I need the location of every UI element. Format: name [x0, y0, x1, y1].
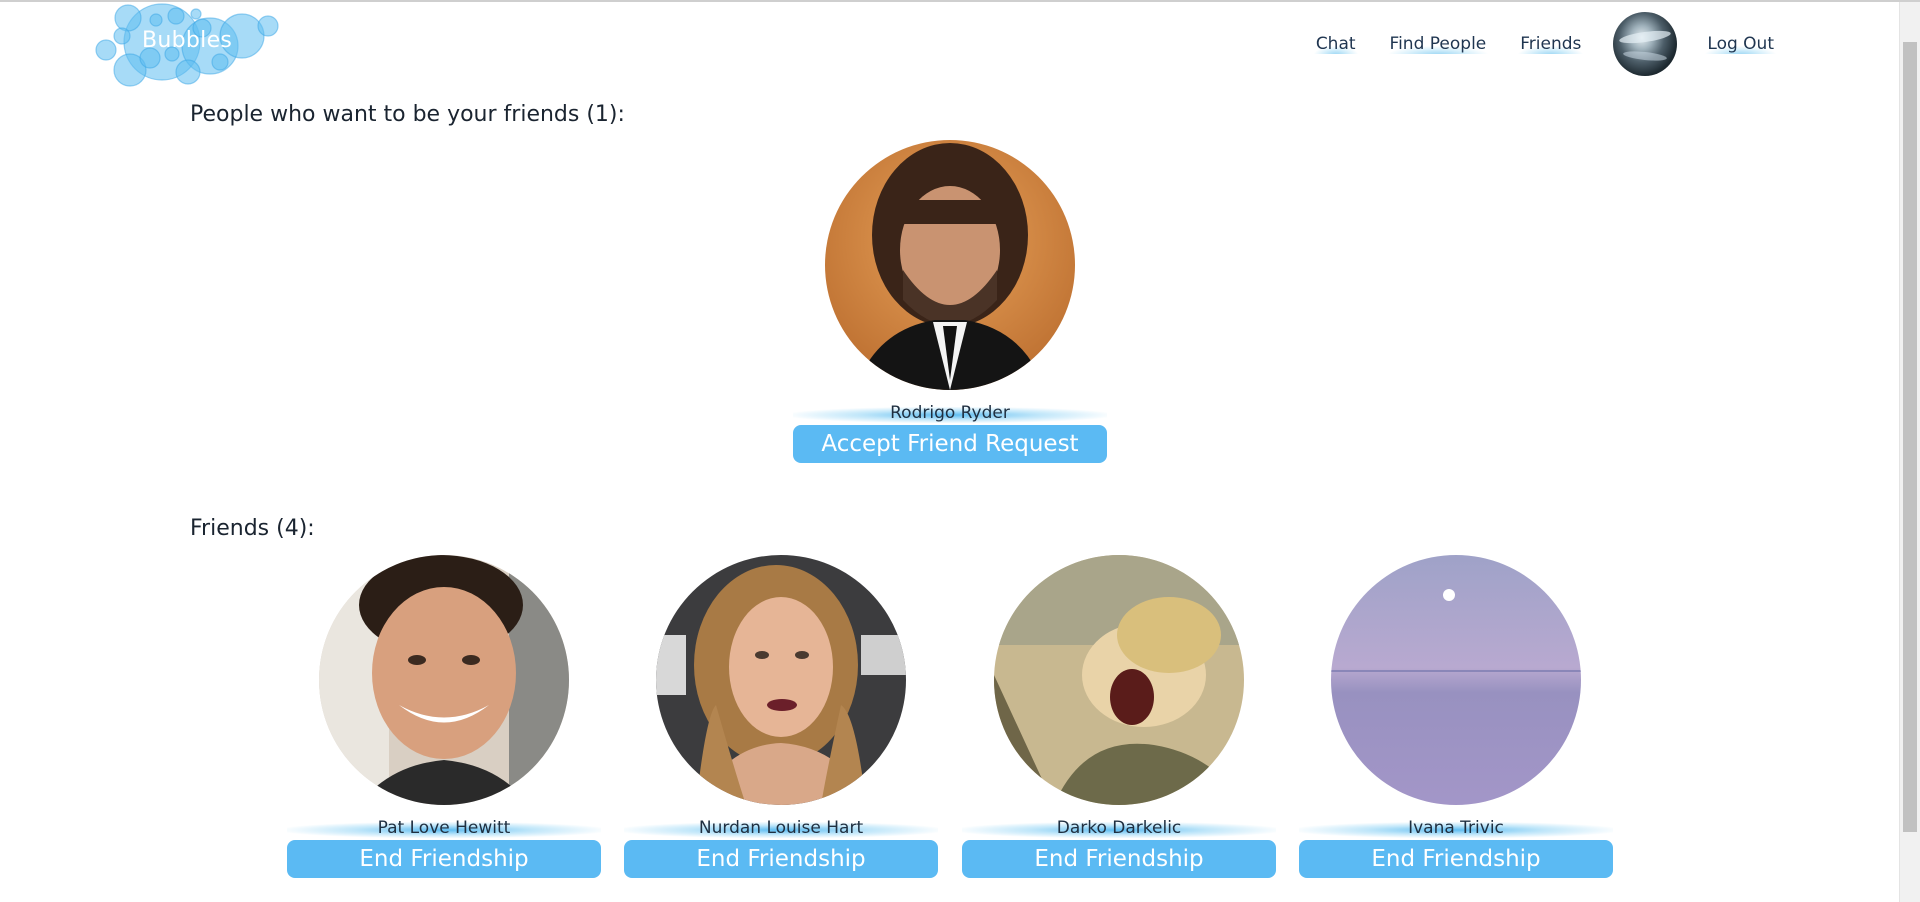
- requests-title: People who want to be your friends (1):: [190, 102, 625, 127]
- friend-card: Ivana Trivic End Friendship: [1299, 555, 1613, 878]
- friend-avatar[interactable]: [319, 555, 569, 805]
- end-friendship-button[interactable]: End Friendship: [624, 840, 938, 878]
- friends-title: Friends (4):: [190, 516, 315, 541]
- friends-page: Bubbles Chat Find People Friends Log Out…: [0, 0, 1920, 902]
- logo[interactable]: Bubbles: [92, 2, 292, 88]
- person-photo-icon: [656, 555, 906, 805]
- nav-find-people-link[interactable]: Find People: [1387, 34, 1489, 54]
- friend-avatar[interactable]: [994, 555, 1244, 805]
- end-friendship-button[interactable]: End Friendship: [1299, 840, 1613, 878]
- nav-friends-link[interactable]: Friends: [1518, 34, 1584, 54]
- person-photo-icon: [825, 140, 1075, 390]
- friend-name: Nurdan Louise Hart: [624, 817, 938, 839]
- request-avatar[interactable]: [825, 140, 1075, 390]
- friend-avatar[interactable]: [1331, 555, 1581, 805]
- friend-name: Darko Darkelic: [962, 817, 1276, 839]
- friend-avatar[interactable]: [656, 555, 906, 805]
- friend-card: Darko Darkelic End Friendship: [962, 555, 1276, 878]
- person-photo-icon: [319, 555, 569, 805]
- friend-name: Ivana Trivic: [1299, 817, 1613, 839]
- person-photo-icon: [994, 555, 1244, 805]
- vertical-scrollbar[interactable]: [1899, 2, 1920, 902]
- request-name: Rodrigo Ryder: [793, 402, 1107, 424]
- friend-card: Nurdan Louise Hart End Friendship: [624, 555, 938, 878]
- main-nav: Chat Find People Friends Log Out: [1284, 12, 1776, 76]
- nav-chat-link[interactable]: Chat: [1313, 34, 1358, 54]
- end-friendship-button[interactable]: End Friendship: [287, 840, 601, 878]
- friend-name: Pat Love Hewitt: [287, 817, 601, 839]
- request-card: Rodrigo Ryder Accept Friend Request: [793, 140, 1107, 463]
- profile-avatar[interactable]: [1613, 12, 1678, 76]
- logo-text: Bubbles: [142, 28, 233, 53]
- header: Bubbles Chat Find People Friends Log Out: [0, 2, 1898, 92]
- friend-card: Pat Love Hewitt End Friendship: [287, 555, 601, 878]
- landscape-photo-icon: [1331, 555, 1581, 805]
- accept-friend-request-button[interactable]: Accept Friend Request: [793, 425, 1107, 463]
- scrollbar-thumb[interactable]: [1903, 42, 1917, 832]
- end-friendship-button[interactable]: End Friendship: [962, 840, 1276, 878]
- nav-logout-link[interactable]: Log Out: [1705, 34, 1776, 54]
